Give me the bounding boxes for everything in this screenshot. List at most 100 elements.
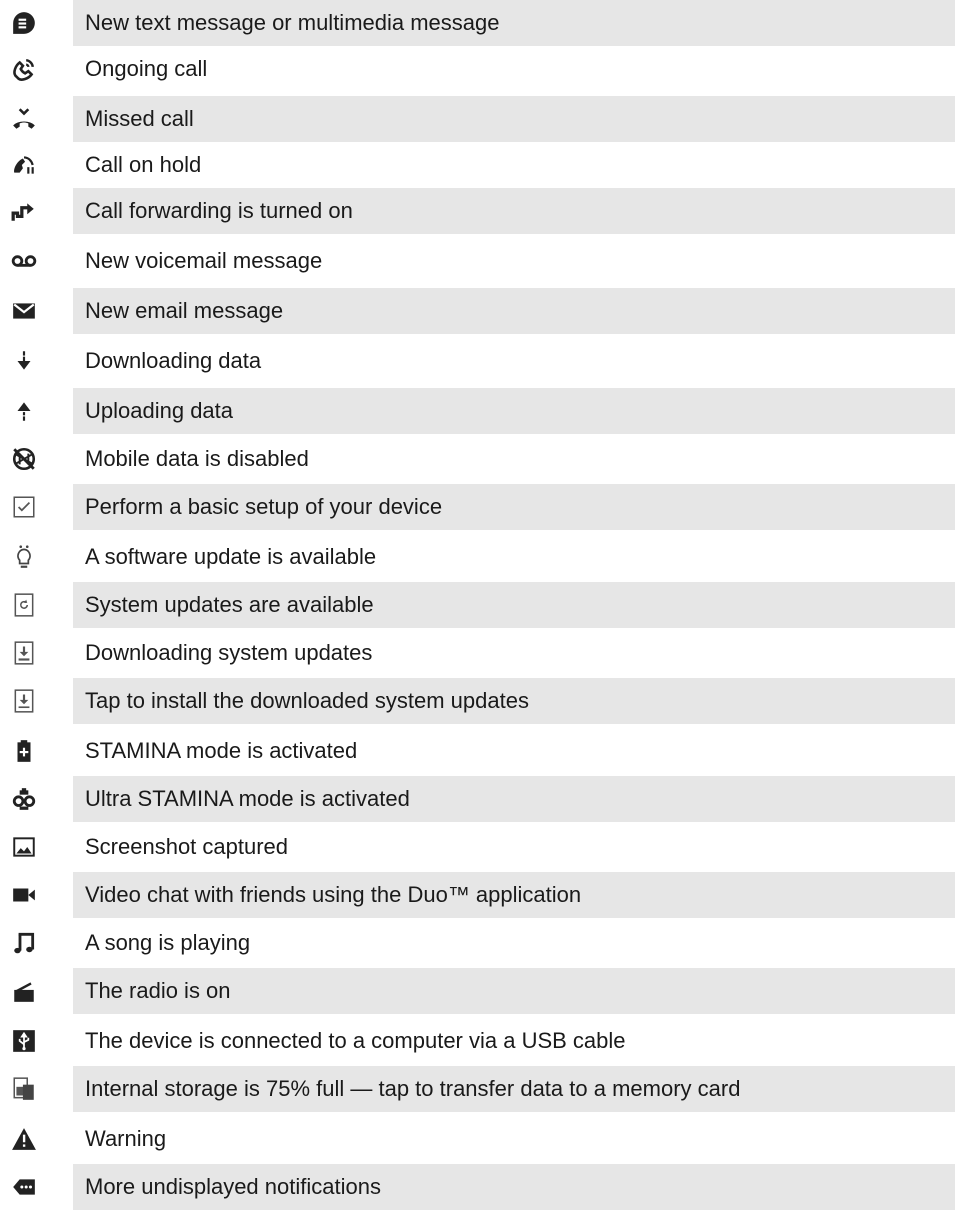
usb-icon xyxy=(8,1025,40,1057)
call-forwarding-icon xyxy=(8,195,40,227)
description-cell: Warning xyxy=(73,1116,955,1162)
row-label: Ultra STAMINA mode is activated xyxy=(85,786,410,811)
description-cell: The radio is on xyxy=(73,968,955,1014)
missed-call-icon xyxy=(8,103,40,135)
table-row: The device is connected to a computer vi… xyxy=(0,1018,955,1064)
row-label: New email message xyxy=(85,298,284,323)
table-row: Video chat with friends using the Duo™ a… xyxy=(0,872,955,918)
row-label: Internal storage is 75% full — tap to tr… xyxy=(85,1076,741,1101)
description-cell: Mobile data is disabled xyxy=(73,436,955,482)
mobile-data-disabled-icon xyxy=(8,443,40,475)
table-row: Mobile data is disabled xyxy=(0,436,955,482)
table-row: Call forwarding is turned on xyxy=(0,188,955,234)
setup-checkbox-icon xyxy=(8,491,40,523)
ultra-stamina-icon xyxy=(8,783,40,815)
call-on-hold-icon xyxy=(8,149,40,181)
email-icon xyxy=(8,295,40,327)
stamina-battery-icon xyxy=(8,735,40,767)
table-row: The radio is on xyxy=(0,968,955,1014)
table-row: New text message or multimedia message xyxy=(0,0,955,46)
row-label: New text message or multimedia message xyxy=(85,10,500,35)
table-row: Uploading data xyxy=(0,388,955,434)
table-row: A song is playing xyxy=(0,920,955,966)
voicemail-icon xyxy=(8,245,40,277)
description-cell: Downloading system updates xyxy=(73,630,955,676)
ongoing-call-icon xyxy=(8,53,40,85)
description-cell: Perform a basic setup of your device xyxy=(73,484,955,530)
table-row: Missed call xyxy=(0,96,955,142)
table-row: System updates are available xyxy=(0,582,955,628)
row-label: A song is playing xyxy=(85,930,251,955)
description-cell: Screenshot captured xyxy=(73,824,955,870)
music-note-icon xyxy=(8,927,40,959)
description-cell: STAMINA mode is activated xyxy=(73,728,955,774)
row-label: Mobile data is disabled xyxy=(85,446,309,471)
table-row: Screenshot captured xyxy=(0,824,955,870)
system-update-downloading-icon xyxy=(8,637,40,669)
notification-icon-table: New text message or multimedia message On… xyxy=(0,0,955,1210)
description-cell: The device is connected to a computer vi… xyxy=(73,1018,955,1064)
row-label: Tap to install the downloaded system upd… xyxy=(85,688,529,713)
description-cell: Tap to install the downloaded system upd… xyxy=(73,678,955,724)
description-cell: New text message or multimedia message xyxy=(73,0,955,46)
system-update-icon xyxy=(8,589,40,621)
description-cell: Call forwarding is turned on xyxy=(73,188,955,234)
message-icon xyxy=(8,7,40,39)
table-row: Ongoing call xyxy=(0,46,955,92)
row-label: Uploading data xyxy=(85,398,234,423)
description-cell: Missed call xyxy=(73,96,955,142)
description-cell: More undisplayed notifications xyxy=(73,1164,955,1210)
description-cell: Video chat with friends using the Duo™ a… xyxy=(73,872,955,918)
table-row: New email message xyxy=(0,288,955,334)
row-label: Call forwarding is turned on xyxy=(85,198,353,223)
row-label: Video chat with friends using the Duo™ a… xyxy=(85,882,582,907)
install-update-icon xyxy=(8,685,40,717)
row-label: Call on hold xyxy=(85,152,202,177)
upload-icon xyxy=(8,395,40,427)
row-label: Screenshot captured xyxy=(85,834,289,859)
description-cell: Downloading data xyxy=(73,338,955,384)
table-row: New voicemail message xyxy=(0,238,955,284)
row-label: STAMINA mode is activated xyxy=(85,738,358,763)
download-icon xyxy=(8,345,40,377)
description-cell: Call on hold xyxy=(73,142,955,188)
table-row: Ultra STAMINA mode is activated xyxy=(0,776,955,822)
description-cell: Ultra STAMINA mode is activated xyxy=(73,776,955,822)
description-cell: A software update is available xyxy=(73,534,955,580)
row-label: A software update is available xyxy=(85,544,377,569)
row-label: The device is connected to a computer vi… xyxy=(85,1028,626,1053)
row-label: The radio is on xyxy=(85,978,231,1003)
row-label: More undisplayed notifications xyxy=(85,1174,381,1199)
warning-icon xyxy=(8,1123,40,1155)
row-label: System updates are available xyxy=(85,592,374,617)
table-row: More undisplayed notifications xyxy=(0,1164,955,1210)
description-cell: New voicemail message xyxy=(73,238,955,284)
row-label: Ongoing call xyxy=(85,56,208,81)
description-cell: A song is playing xyxy=(73,920,955,966)
table-row: Call on hold xyxy=(0,142,955,188)
table-row: Warning xyxy=(0,1116,955,1162)
row-label: New voicemail message xyxy=(85,248,323,273)
row-label: Downloading system updates xyxy=(85,640,373,665)
radio-icon xyxy=(8,975,40,1007)
table-row: Internal storage is 75% full — tap to tr… xyxy=(0,1066,955,1112)
table-row: Tap to install the downloaded system upd… xyxy=(0,678,955,724)
software-update-icon xyxy=(8,541,40,573)
description-cell: New email message xyxy=(73,288,955,334)
row-label: Missed call xyxy=(85,106,194,131)
table-row: Downloading system updates xyxy=(0,630,955,676)
screenshot-icon xyxy=(8,831,40,863)
video-camera-icon xyxy=(8,879,40,911)
table-row: Downloading data xyxy=(0,338,955,384)
row-label: Downloading data xyxy=(85,348,262,373)
table-row: STAMINA mode is activated xyxy=(0,728,955,774)
row-label: Warning xyxy=(85,1126,167,1151)
description-cell: Internal storage is 75% full — tap to tr… xyxy=(73,1066,955,1112)
description-cell: System updates are available xyxy=(73,582,955,628)
more-notifications-icon xyxy=(8,1171,40,1203)
table-row: A software update is available xyxy=(0,534,955,580)
description-cell: Ongoing call xyxy=(73,46,955,92)
description-cell: Uploading data xyxy=(73,388,955,434)
table-row: Perform a basic setup of your device xyxy=(0,484,955,530)
storage-full-icon xyxy=(8,1073,40,1105)
